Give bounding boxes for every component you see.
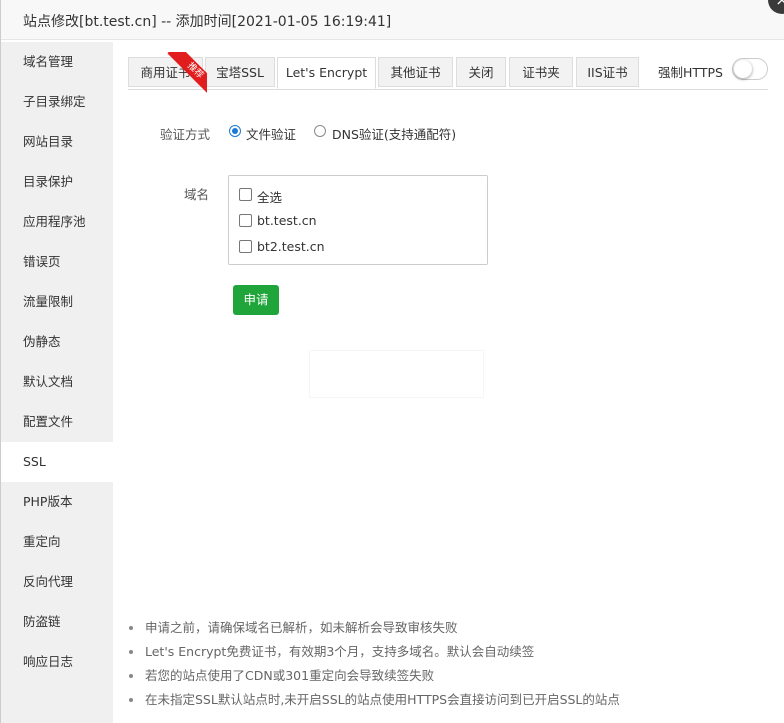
sidebar-item-site-directory[interactable]: 网站目录 — [1, 122, 113, 162]
tab-other-certificate[interactable]: 其他证书 — [378, 57, 453, 87]
sidebar-item-ssl[interactable]: SSL — [1, 442, 113, 482]
help-note: 若您的站点使用了CDN或301重定向会导致续签失败 — [128, 664, 768, 688]
site-settings-dialog: 站点修改[bt.test.cn] -- 添加时间[2021-01-05 16:1… — [0, 0, 784, 723]
select-all-label[interactable]: 全选 — [257, 187, 282, 206]
tab-certificate-folder[interactable]: 证书夹 — [509, 57, 573, 87]
help-note: 在未指定SSL默认站点时,未开启SSL的站点使用HTTPS会直接访问到已开启SS… — [128, 688, 768, 712]
select-all-checkbox[interactable] — [239, 188, 252, 201]
sidebar-item-default-document[interactable]: 默认文档 — [1, 362, 113, 402]
sidebar-item-directory-protection[interactable]: 目录保护 — [1, 162, 113, 202]
tab-close[interactable]: 关闭 — [456, 57, 506, 87]
verify-method-label: 验证方式 — [160, 127, 211, 142]
sidebar-item-response-log[interactable]: 响应日志 — [1, 642, 113, 682]
domain-label-bt-test-cn[interactable]: bt.test.cn — [257, 213, 317, 228]
sidebar-item-error-page[interactable]: 错误页 — [1, 242, 113, 282]
help-notes: 申请之前，请确保域名已解析，如未解析会导致审核失败 Let's Encrypt免… — [128, 616, 768, 712]
sidebar-item-hotlink-protection[interactable]: 防盗链 — [1, 602, 113, 642]
tab-lets-encrypt[interactable]: Let's Encrypt — [277, 57, 376, 89]
empty-placeholder-box — [309, 350, 484, 398]
sidebar-item-rewrite[interactable]: 伪静态 — [1, 322, 113, 362]
sidebar-item-redirect[interactable]: 重定向 — [1, 522, 113, 562]
apply-button[interactable]: 申请 — [233, 285, 279, 315]
sidebar: 域名管理 子目录绑定 网站目录 目录保护 应用程序池 错误页 流量限制 伪静态 … — [1, 42, 113, 723]
help-note: 申请之前，请确保域名已解析，如未解析会导致审核失败 — [128, 616, 768, 640]
domain-label-bt2-test-cn[interactable]: bt2.test.cn — [257, 239, 325, 254]
tab-baota-ssl[interactable]: 宝塔SSL — [205, 57, 275, 87]
dialog-titlebar[interactable]: 站点修改[bt.test.cn] -- 添加时间[2021-01-05 16:1… — [1, 0, 784, 40]
file-verify-radio[interactable] — [229, 125, 241, 137]
sidebar-item-subdirectory-binding[interactable]: 子目录绑定 — [1, 82, 113, 122]
domain-checkbox-bt-test-cn[interactable] — [239, 214, 252, 227]
dialog-title: 站点修改[bt.test.cn] -- 添加时间[2021-01-05 16:1… — [23, 14, 392, 30]
sidebar-item-traffic-limit[interactable]: 流量限制 — [1, 282, 113, 322]
help-note: Let's Encrypt免费证书，有效期3个月，支持多域名。默认会自动续签 — [128, 640, 768, 664]
sidebar-item-app-pool[interactable]: 应用程序池 — [1, 202, 113, 242]
sidebar-item-config-file[interactable]: 配置文件 — [1, 402, 113, 442]
file-verify-label[interactable]: 文件验证 — [246, 124, 296, 143]
force-https-label: 强制HTTPS — [658, 65, 723, 80]
dns-verify-radio[interactable] — [314, 125, 326, 137]
tab-iis-certificate[interactable]: IIS证书 — [576, 57, 639, 87]
sidebar-item-php-version[interactable]: PHP版本 — [1, 482, 113, 522]
domain-checkbox-bt2-test-cn[interactable] — [239, 240, 252, 253]
toggle-knob — [734, 60, 752, 78]
recommended-ribbon-label: 推荐 — [167, 52, 207, 94]
domain-label: 域名 — [184, 187, 210, 202]
dns-verify-label[interactable]: DNS验证(支持通配符) — [332, 124, 456, 143]
recommended-ribbon: 推荐 — [165, 52, 207, 94]
sidebar-item-domain-management[interactable]: 域名管理 — [1, 42, 113, 82]
sidebar-item-reverse-proxy[interactable]: 反向代理 — [1, 562, 113, 602]
force-https-toggle[interactable] — [732, 58, 768, 80]
